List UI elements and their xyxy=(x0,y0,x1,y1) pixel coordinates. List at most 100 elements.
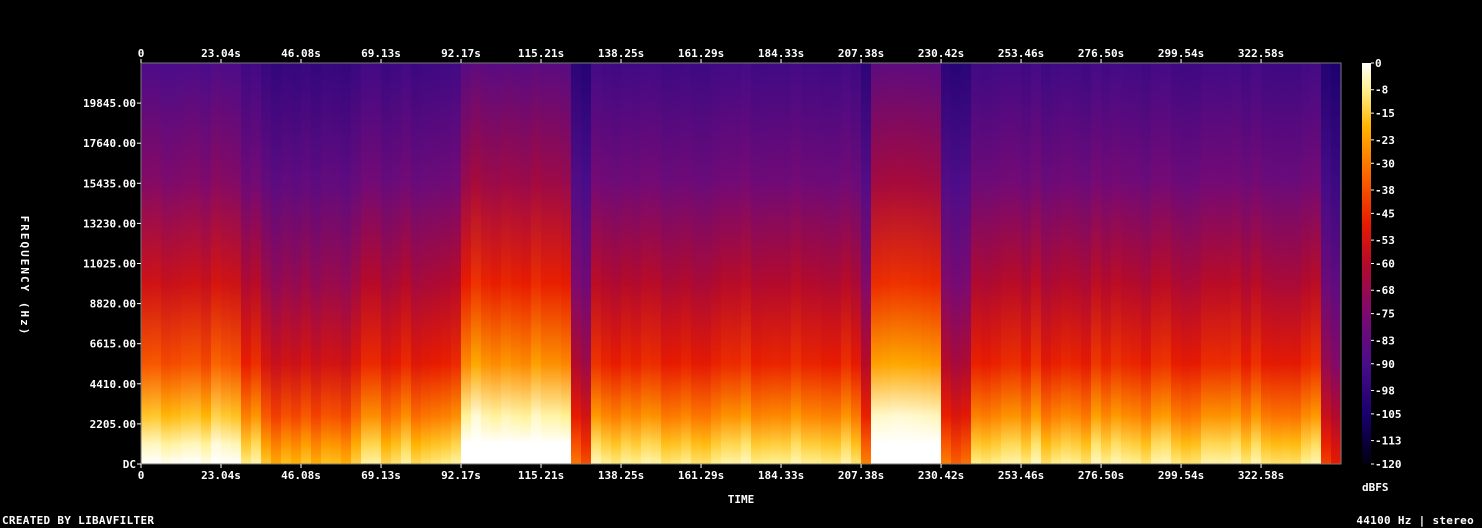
spectrogram-column xyxy=(1081,63,1092,464)
spectrogram-column xyxy=(1091,63,1102,464)
x-tick-label: 161.29s xyxy=(678,469,724,482)
spectrogram-column xyxy=(541,63,552,464)
y-tick-label: 13230.00 xyxy=(83,217,136,230)
spectrogram-column xyxy=(1171,63,1182,464)
x-tick-label: 299.54s xyxy=(1158,47,1204,60)
spectrogram-column xyxy=(901,63,912,464)
colorbar-tick-label: -90 xyxy=(1375,358,1395,371)
spectrogram-column xyxy=(1051,63,1062,464)
spectrogram-column xyxy=(791,63,802,464)
spectrogram-column xyxy=(361,63,372,464)
spectrogram-column xyxy=(641,63,652,464)
spectrogram-column xyxy=(201,63,212,464)
spectrogram-column xyxy=(531,63,542,464)
y-tick-label: 6615.00 xyxy=(90,338,136,351)
spectrogram-column xyxy=(251,63,262,464)
spectrogram-column xyxy=(1001,63,1012,464)
colorbar-tick-label: -8 xyxy=(1375,84,1388,97)
spectrogram-column xyxy=(411,63,422,464)
x-tick-label: 92.17s xyxy=(441,47,481,60)
spectrogram-chart: 0 23.04s 46.08s 69.13s 92.17s 115.21s 138.25s 1… xyxy=(18,47,1402,506)
spectrogram-column xyxy=(321,63,332,464)
colorbar-tick-label: -75 xyxy=(1375,308,1395,321)
spectrogram-column xyxy=(841,63,852,464)
spectrogram-column xyxy=(771,63,782,464)
spectrogram-column xyxy=(151,63,162,464)
x-tick-label: 299.54s xyxy=(1158,469,1204,482)
y-tick-label: 11025.00 xyxy=(83,258,136,271)
colorbar-tick-label: -53 xyxy=(1375,234,1395,247)
spectrogram-column xyxy=(1221,63,1232,464)
spectrogram-column xyxy=(231,63,242,464)
spectrogram-column xyxy=(891,63,902,464)
spectrogram-column xyxy=(1061,63,1072,464)
spectrogram-column xyxy=(711,63,722,464)
footer-credit: CREATED BY LIBAVFILTER xyxy=(2,514,155,527)
spectrogram-column xyxy=(371,63,382,464)
colorbar-tick-label: -30 xyxy=(1375,157,1395,170)
y-tick-label: 15435.00 xyxy=(83,177,136,190)
x-tick-label: 138.25s xyxy=(598,469,644,482)
spectrogram-column xyxy=(1121,63,1132,464)
x-axis-bottom: 0 23.04s 46.08s 69.13s 92.17s 115.21s 138.25s 1… xyxy=(138,464,1284,482)
x-tick-label: 0 xyxy=(138,469,145,482)
spectrogram-column xyxy=(971,63,982,464)
colorbar-tick-label: -83 xyxy=(1375,334,1395,347)
colorbar-tick-label: -60 xyxy=(1375,258,1395,271)
spectrogram-column xyxy=(161,63,172,464)
spectrogram-column xyxy=(551,63,562,464)
spectrogram-column xyxy=(1151,63,1162,464)
spectrogram-column xyxy=(221,63,232,464)
spectrogram-column xyxy=(1321,63,1332,464)
spectrogram-column xyxy=(751,63,762,464)
spectrogram-column xyxy=(1251,63,1262,464)
spectrogram-column xyxy=(381,63,392,464)
colorbar-tick-label: -120 xyxy=(1375,458,1402,471)
spectrogram-column xyxy=(651,63,662,464)
spectrogram-column xyxy=(1161,63,1172,464)
spectrogram-column xyxy=(1031,63,1042,464)
spectrogram-column xyxy=(611,63,622,464)
spectrogram-column xyxy=(931,63,942,464)
spectrogram-column xyxy=(981,63,992,464)
spectrogram-column xyxy=(561,63,572,464)
spectrogram-column xyxy=(671,63,682,464)
spectrogram-column xyxy=(721,63,732,464)
y-tick-label: 4410.00 xyxy=(90,378,136,391)
colorbar-tick-label: -23 xyxy=(1375,134,1395,147)
spectrogram-column xyxy=(701,63,712,464)
x-tick-label: 115.21s xyxy=(518,469,564,482)
spectrogram-column xyxy=(271,63,282,464)
colorbar-tick-label: -15 xyxy=(1375,107,1395,120)
spectrogram-column xyxy=(481,63,492,464)
spectrogram-column xyxy=(881,63,892,464)
spectrogram-column xyxy=(661,63,672,464)
spectrogram-column xyxy=(1041,63,1052,464)
spectrogram-column xyxy=(1311,63,1322,464)
x-tick-label: 138.25s xyxy=(598,47,644,60)
x-tick-label: 46.08s xyxy=(281,47,321,60)
x-tick-label: 69.13s xyxy=(361,469,401,482)
x-axis-top: 0 23.04s 46.08s 69.13s 92.17s 115.21s 138.25s 1… xyxy=(138,47,1284,63)
colorbar: 0 -8 -15 -23 -30 -38 -45 -53 -60 -68 -75 -83 -90 -98 -… xyxy=(1362,57,1402,471)
x-tick-label: 253.46s xyxy=(998,47,1044,60)
spectrogram-column xyxy=(1201,63,1212,464)
colorbar-tick-label: 0 xyxy=(1375,57,1382,70)
spectrogram-column xyxy=(1241,63,1252,464)
x-tick-label: 92.17s xyxy=(441,469,481,482)
x-tick-label: 184.33s xyxy=(758,469,804,482)
x-tick-label: 322.58s xyxy=(1238,47,1284,60)
spectrogram-column xyxy=(401,63,412,464)
spectrogram-column xyxy=(851,63,862,464)
colorbar-tick-label: -113 xyxy=(1375,435,1402,448)
colorbar-tick-label: -45 xyxy=(1375,207,1395,220)
spectrogram-column xyxy=(571,63,582,464)
spectrogram-column xyxy=(601,63,612,464)
spectrogram-column xyxy=(181,63,192,464)
spectrogram-column xyxy=(1101,63,1112,464)
spectrogram-column xyxy=(781,63,792,464)
x-tick-label: 276.50s xyxy=(1078,469,1124,482)
spectrogram-column xyxy=(1131,63,1142,464)
x-tick-label: 207.38s xyxy=(838,469,884,482)
spectrogram-column xyxy=(491,63,502,464)
